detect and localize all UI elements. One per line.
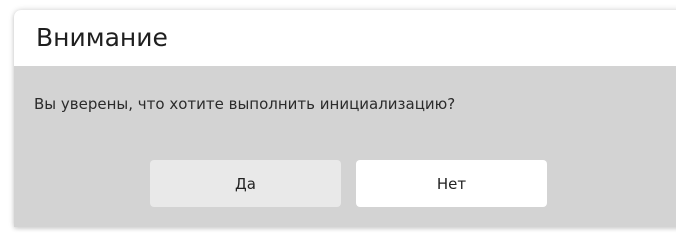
dialog-header: Внимание (14, 10, 676, 66)
dialog-message: Вы уверены, что хотите выполнить инициал… (34, 95, 456, 113)
yes-button[interactable]: Да (150, 160, 341, 207)
dialog-title: Внимание (36, 23, 168, 52)
confirmation-dialog: Внимание Вы уверены, что хотите выполнит… (14, 10, 676, 227)
no-button[interactable]: Нет (356, 160, 547, 207)
